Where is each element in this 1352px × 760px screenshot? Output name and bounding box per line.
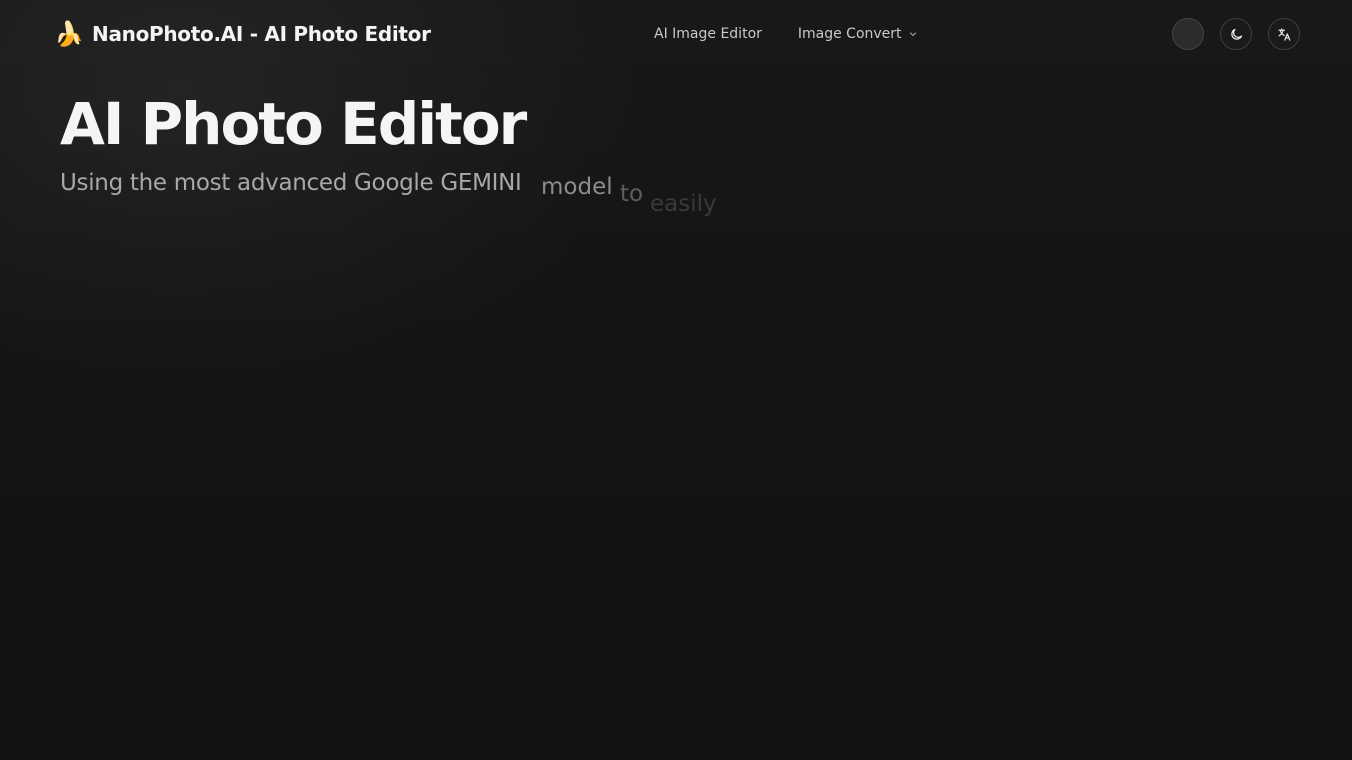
brand-link[interactable]: 🍌 NanoPhoto.AI - AI Photo Editor — [54, 18, 431, 50]
banana-icon: 🍌 — [54, 20, 84, 48]
header-actions — [1172, 18, 1300, 50]
hero-subtitle-word: to — [620, 181, 644, 207]
hero-subtitle-main: Using the most advanced Google GEMINI — [60, 170, 522, 196]
brand-title: NanoPhoto.AI - AI Photo Editor — [92, 22, 431, 46]
language-switcher-button[interactable] — [1268, 18, 1300, 50]
nav-image-convert-label: Image Convert — [797, 26, 902, 42]
hero-subtitle-word: easily — [650, 191, 717, 217]
hero-subtitle: Using the most advanced Google GEMINI mo… — [60, 168, 960, 228]
hero-subtitle-word: model — [541, 174, 613, 200]
theme-toggle-button[interactable] — [1220, 18, 1252, 50]
main-nav: AI Image Editor Image Convert — [654, 22, 918, 46]
page-title: AI Photo Editor — [60, 90, 527, 158]
moon-icon — [1230, 28, 1242, 40]
nav-ai-image-editor[interactable]: AI Image Editor — [654, 26, 762, 42]
avatar[interactable] — [1172, 18, 1204, 50]
translate-icon — [1277, 27, 1290, 41]
top-navbar: 🍌 NanoPhoto.AI - AI Photo Editor AI Imag… — [0, 0, 1352, 68]
chevron-down-icon — [909, 32, 916, 37]
nav-image-convert-dropdown[interactable]: Image Convert — [798, 26, 918, 42]
nav-ai-image-editor-label: AI Image Editor — [654, 26, 762, 42]
